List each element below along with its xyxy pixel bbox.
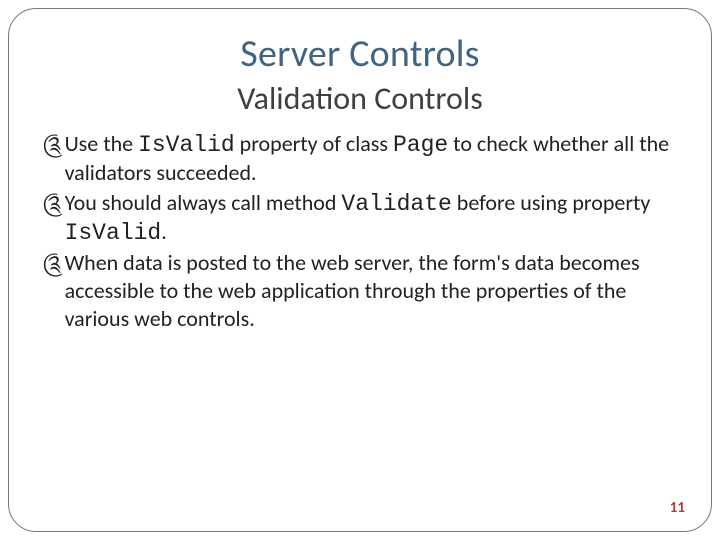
text-run: property of class — [235, 130, 393, 157]
code-run: IsValid — [65, 220, 162, 246]
text-run: When data is posted to the web server, t… — [65, 249, 640, 332]
bullet-icon: ༊ — [43, 249, 63, 279]
bullet-text: When data is posted to the web server, t… — [65, 249, 677, 333]
text-run: before using property — [452, 189, 651, 216]
list-item: ༊ Use the IsValid property of class Page… — [43, 130, 677, 187]
page-number: 11 — [670, 499, 685, 517]
bullet-text: You should always call method Validate b… — [65, 189, 677, 247]
bullet-list: ༊ Use the IsValid property of class Page… — [43, 130, 677, 333]
code-run: IsValid — [138, 132, 235, 158]
bullet-icon: ༊ — [43, 189, 63, 219]
text-run: You should always call method — [65, 189, 342, 216]
bullet-icon: ༊ — [43, 130, 63, 160]
code-run: Page — [393, 132, 448, 158]
slide-frame: Server Controls Validation Controls ༊ Us… — [8, 8, 712, 532]
slide-title: Server Controls — [43, 31, 677, 77]
slide-subtitle: Validation Controls — [43, 79, 677, 118]
list-item: ༊ When data is posted to the web server,… — [43, 249, 677, 333]
text-run: . — [161, 218, 167, 245]
code-run: Validate — [341, 191, 451, 217]
text-run: Use the — [65, 130, 139, 157]
bullet-text: Use the IsValid property of class Page t… — [65, 130, 677, 187]
list-item: ༊ You should always call method Validate… — [43, 189, 677, 247]
